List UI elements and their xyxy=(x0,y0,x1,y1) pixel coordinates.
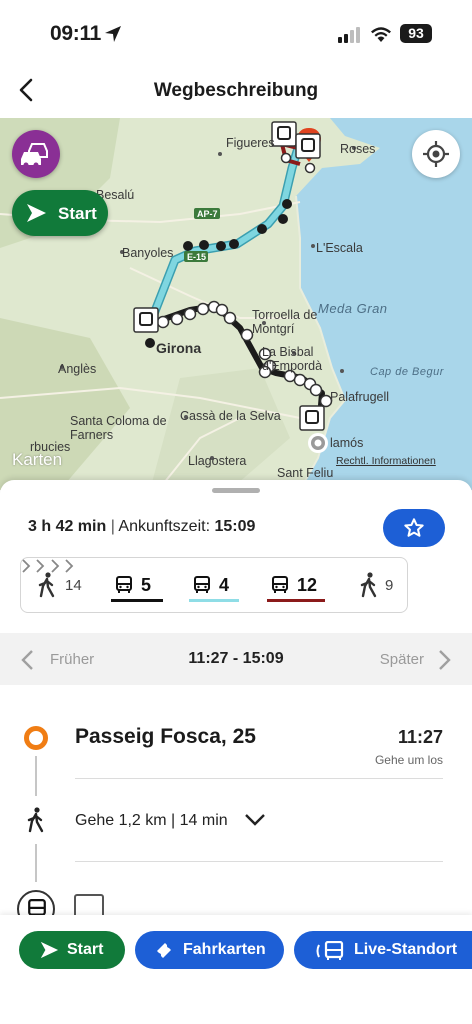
chevron-right-icon xyxy=(439,650,451,670)
walk-minutes: 14 xyxy=(65,577,82,594)
bus-leg-12: 12 xyxy=(267,570,325,602)
start-button-label: Start xyxy=(67,941,104,958)
divider xyxy=(75,778,443,779)
map-label: lamós xyxy=(330,436,364,450)
star-icon xyxy=(404,518,424,537)
bus-icon xyxy=(194,576,210,593)
live-location-button[interactable]: Live-Standort xyxy=(294,931,472,969)
bus-leg-4: 4 xyxy=(189,570,239,602)
map-start-button[interactable]: Start xyxy=(12,190,108,236)
navigation-arrow-icon xyxy=(27,204,46,222)
walking-person-icon xyxy=(360,572,377,598)
walk-step-text: Gehe 1,2 km | 14 min xyxy=(75,812,228,829)
map-label: Cassà de la Selva xyxy=(180,409,281,423)
arrival-time: 15:09 xyxy=(214,518,256,535)
map-label: L'Escala xyxy=(316,241,363,255)
origin-stop[interactable]: Passeig Fosca, 25 11:27 Gehe um los xyxy=(0,710,472,780)
route-legs-summary[interactable]: 14 5 4 12 9 xyxy=(20,557,408,613)
chevron-right-icon xyxy=(22,559,31,573)
time-navigation: Früher 11:27 - 15:09 Später xyxy=(0,633,472,685)
origin-departure-time: 11:27 xyxy=(397,727,443,747)
bus-line-number: 12 xyxy=(297,575,318,595)
tickets-button[interactable]: Fahrkarten xyxy=(135,931,284,969)
live-location-label: Live-Standort xyxy=(354,941,458,958)
nav-bar: Wegbeschreibung xyxy=(0,60,472,118)
cellular-signal-icon xyxy=(338,27,360,43)
walk-step[interactable]: Gehe 1,2 km | 14 min xyxy=(0,795,472,845)
origin-stop-name: Passeig Fosca, 25 xyxy=(75,725,256,748)
map-start-label: Start xyxy=(58,204,97,223)
map-label: Banyoles xyxy=(122,246,174,260)
route-map[interactable]: Figueres Roses Besalú AP-7 Banyoles E-15… xyxy=(0,118,472,490)
map-label: Girona xyxy=(156,340,202,356)
apple-maps-logo: Karten xyxy=(12,450,62,470)
ticket-icon xyxy=(157,943,171,958)
battery-indicator: 93 xyxy=(400,24,432,43)
chevron-down-icon[interactable] xyxy=(244,813,266,827)
map-label: Roses xyxy=(340,142,376,156)
line-color-bar xyxy=(111,599,163,602)
status-bar: 09:11 93 xyxy=(0,0,472,60)
locate-me-button[interactable] xyxy=(412,130,460,178)
bottom-action-bar: Start Fahrkarten Live-Standort xyxy=(0,915,472,1024)
map-label: AP-7 xyxy=(197,209,218,219)
location-arrow-icon xyxy=(105,26,121,42)
bus-line-number: 4 xyxy=(219,575,230,595)
line-color-bar xyxy=(189,599,239,602)
bus-icon xyxy=(116,576,132,593)
map-label: Sant Feliu xyxy=(277,466,334,480)
favorite-button[interactable] xyxy=(383,509,445,547)
origin-marker-icon xyxy=(24,726,48,750)
route-summary: 3 h 42 min | Ankunftszeit: 15:09 xyxy=(28,518,256,535)
map-label: E-15 xyxy=(187,252,207,262)
walk-leg: 9 xyxy=(357,558,403,614)
map-label: Figueres xyxy=(226,136,275,150)
sheet-drag-handle[interactable] xyxy=(212,488,260,493)
walk-minutes: 9 xyxy=(385,577,394,594)
status-time: 09:11 xyxy=(50,22,102,45)
navigation-arrow-icon xyxy=(40,941,59,959)
cars-icon xyxy=(21,143,48,168)
divider xyxy=(75,861,443,862)
wifi-icon xyxy=(371,27,391,42)
walking-person-icon xyxy=(27,807,44,833)
bus-line-number: 5 xyxy=(141,575,152,595)
timeline-connector xyxy=(35,844,37,882)
map-label: Cap de Begur xyxy=(370,366,444,378)
line-color-bar xyxy=(267,599,325,602)
crosshair-icon xyxy=(423,141,449,167)
walk-leg: 14 xyxy=(35,558,85,614)
tickets-button-label: Fahrkarten xyxy=(183,941,266,958)
transport-mode-button[interactable] xyxy=(12,130,60,178)
arrival-label: Ankunftszeit: xyxy=(118,518,211,535)
map-label: Meda Gran xyxy=(318,301,388,316)
live-bus-icon xyxy=(316,941,344,960)
maps-brand-label: Karten xyxy=(12,450,63,469)
page-title: Wegbeschreibung xyxy=(153,80,319,101)
bus-icon xyxy=(272,576,288,593)
start-button[interactable]: Start xyxy=(19,931,125,969)
origin-note: Gehe um los xyxy=(374,753,443,767)
map-label: Torroella de Montgrí xyxy=(252,308,318,336)
map-label: Palafrugell xyxy=(330,390,390,404)
map-label: Santa Coloma de Farners xyxy=(70,414,167,442)
route-duration: 3 h 42 min xyxy=(28,518,107,535)
map-label: Anglès xyxy=(58,362,97,376)
walking-person-icon xyxy=(38,572,55,598)
legal-info-link[interactable]: Rechtl. Informationen xyxy=(336,455,436,467)
later-label: Später xyxy=(379,651,424,668)
map-label: Llagostera xyxy=(188,454,247,468)
bus-leg-5: 5 xyxy=(111,570,163,602)
timeline-connector xyxy=(35,756,37,796)
map-label: La Bisbal d'Empordà xyxy=(262,345,323,373)
